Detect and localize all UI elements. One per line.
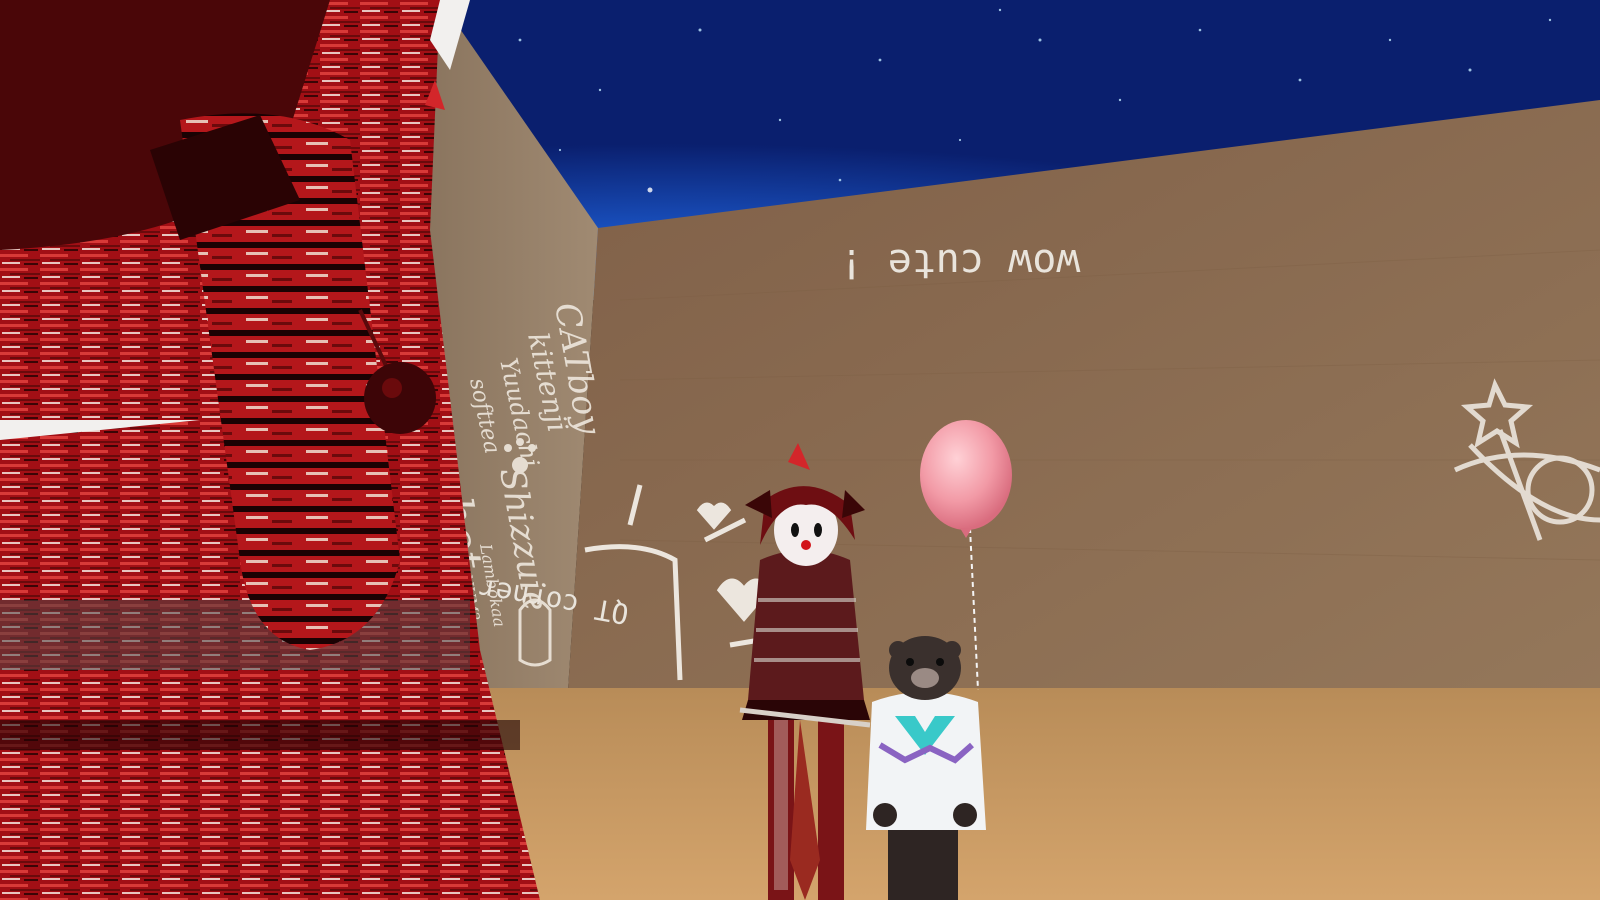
wow-cute-text: wow cute ! xyxy=(840,240,1081,286)
vr-scene-viewport: wow cute ! QT corner CATboy kittenji Yuu… xyxy=(0,0,1600,900)
scene-canvas: wow cute ! QT corner CATboy kittenji Yuu… xyxy=(0,0,1600,900)
pompom xyxy=(364,362,436,434)
